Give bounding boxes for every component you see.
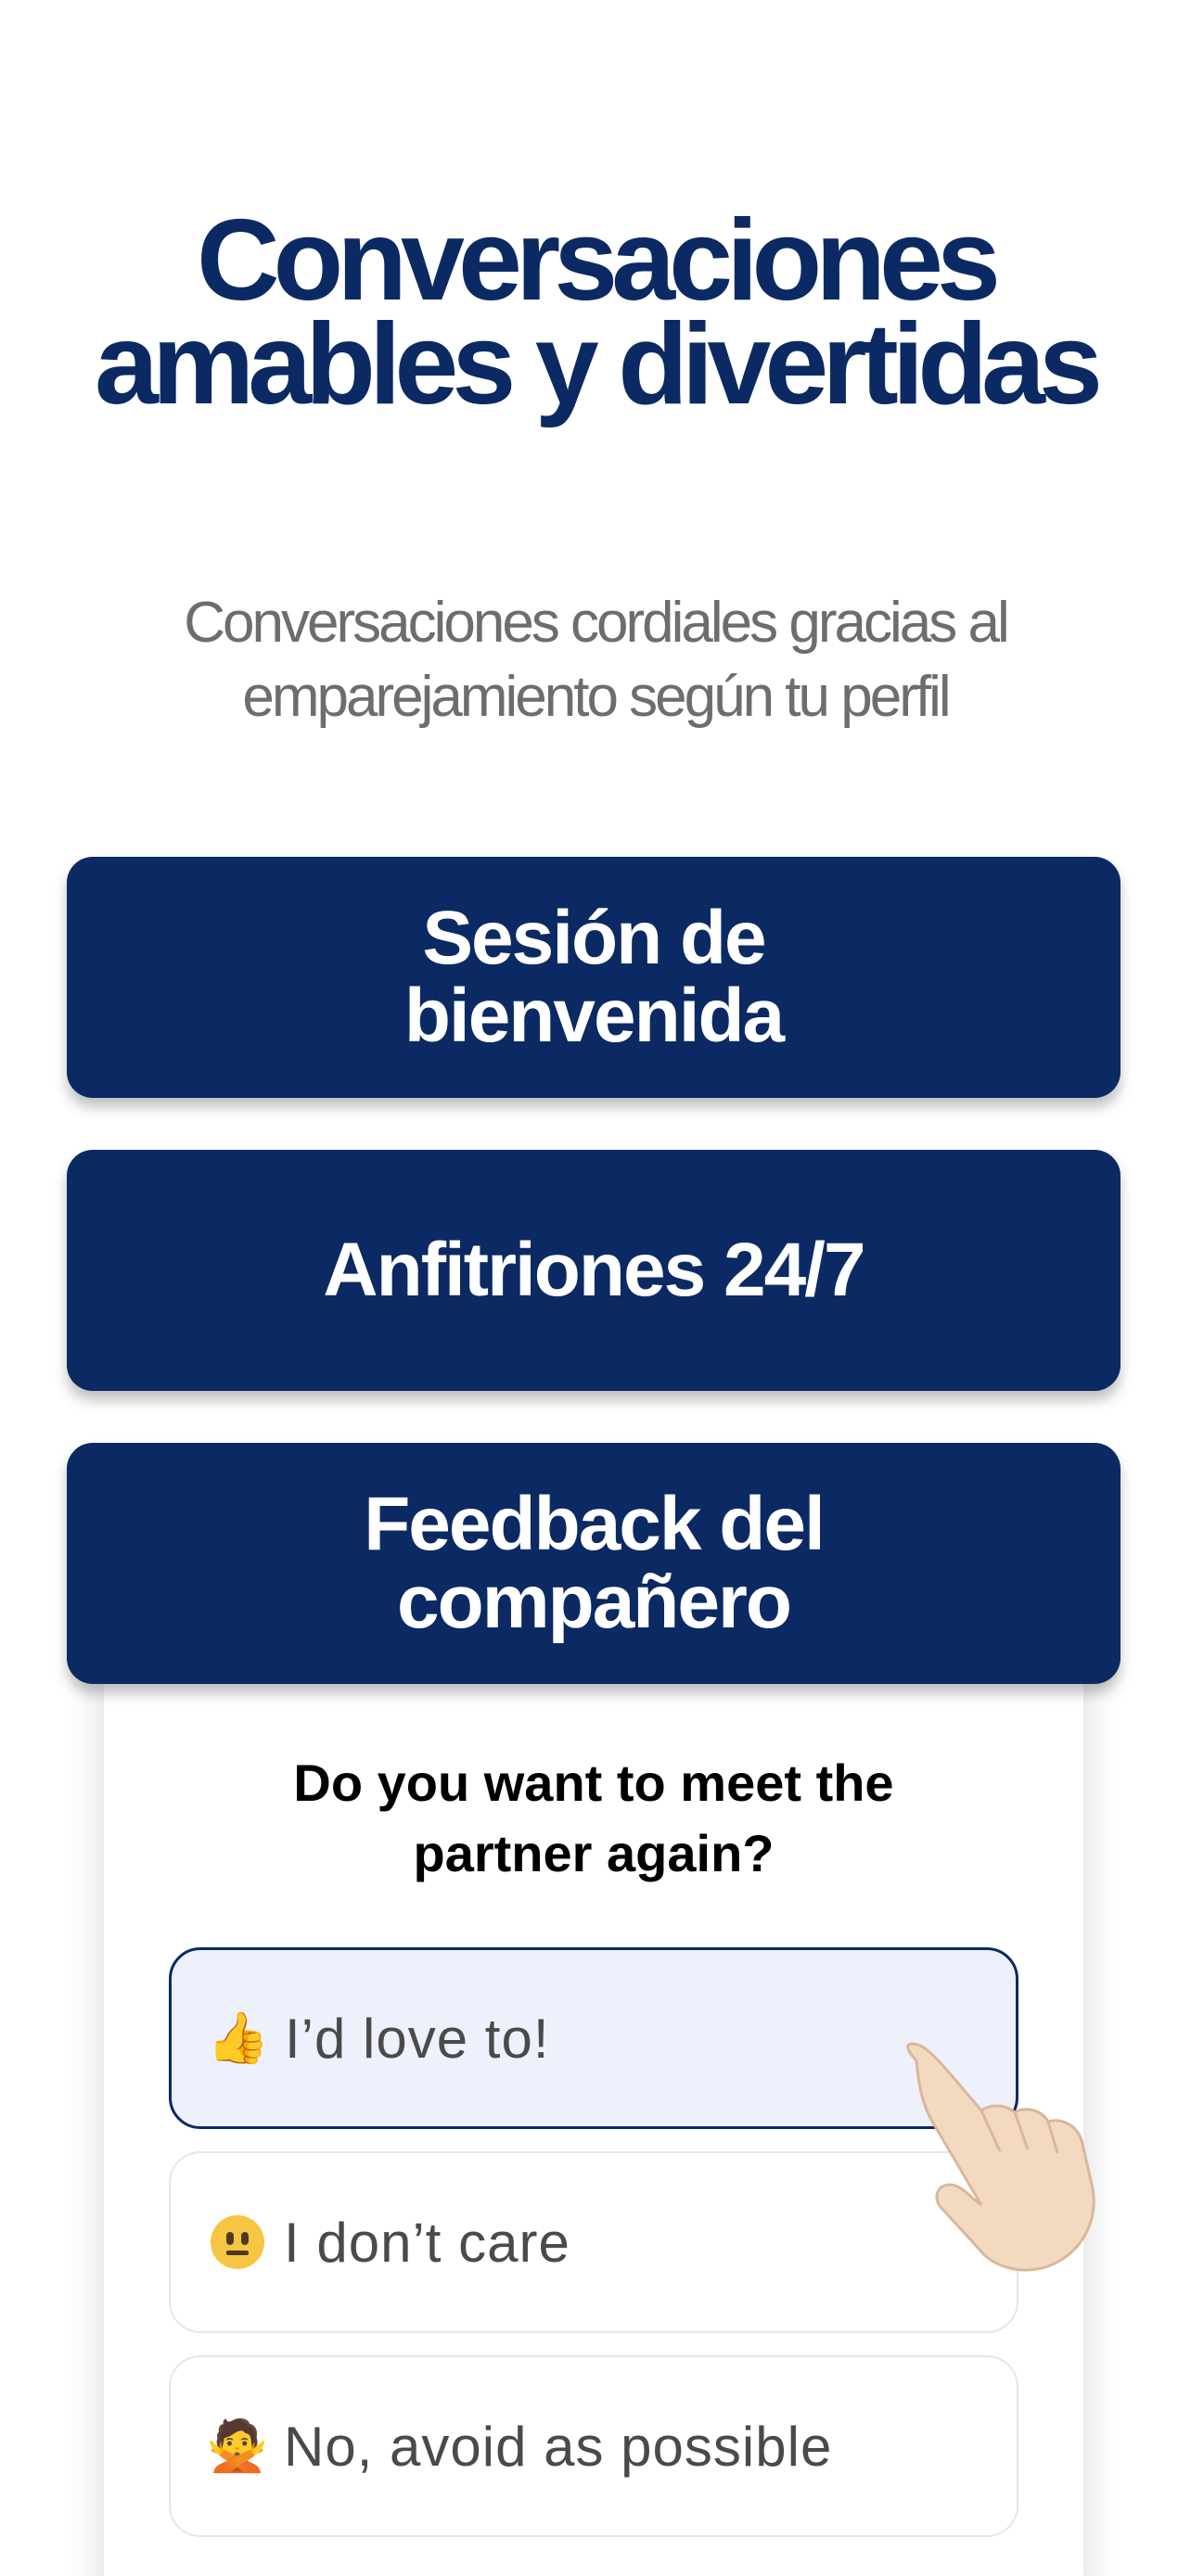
page-subtitle-line-2: emparejamiento según tu perfil	[242, 665, 951, 729]
pointing-hand-icon	[906, 2042, 1095, 2272]
partner-feedback-button[interactable]: Feedback del compañero	[67, 1443, 1121, 1684]
survey-question: Do you want to meet the partner again?	[293, 1753, 894, 1882]
hosts-button[interactable]: Anfitriones 24/7	[67, 1150, 1121, 1391]
welcome-session-button[interactable]: Sesión de bienvenida	[67, 857, 1121, 1098]
page-title: Conversaciones amables y divertidas	[56, 203, 1135, 422]
option-label: No, avoid as possible	[284, 2415, 833, 2478]
option-avoid[interactable]: 🙅 No, avoid as possible	[169, 2355, 1018, 2537]
person-gesturing-no-icon: 🙅	[206, 2417, 269, 2475]
neutral-face-icon	[208, 2213, 267, 2272]
option-label: I’d love to!	[285, 2007, 550, 2070]
onboarding-screen: Conversaciones amables y divertidas Conv…	[0, 0, 1191, 2576]
thumbs-up-icon: 👍	[207, 2009, 270, 2067]
welcome-session-label: Sesión de bienvenida	[403, 896, 785, 1058]
partner-feedback-label: Feedback del compañero	[364, 1482, 826, 1644]
option-love-to[interactable]: 👍 I’d love to!	[169, 1947, 1018, 2129]
option-label: I don’t care	[284, 2211, 570, 2274]
hosts-label: Anfitriones 24/7	[323, 1228, 865, 1312]
page-subtitle: Conversaciones cordiales gracias al empa…	[111, 586, 1080, 734]
page-title-line-2: amables y divertidas	[95, 300, 1103, 428]
page-subtitle-line-1: Conversaciones cordiales gracias al	[184, 591, 1009, 655]
option-dont-care[interactable]: I don’t care	[169, 2151, 1018, 2333]
